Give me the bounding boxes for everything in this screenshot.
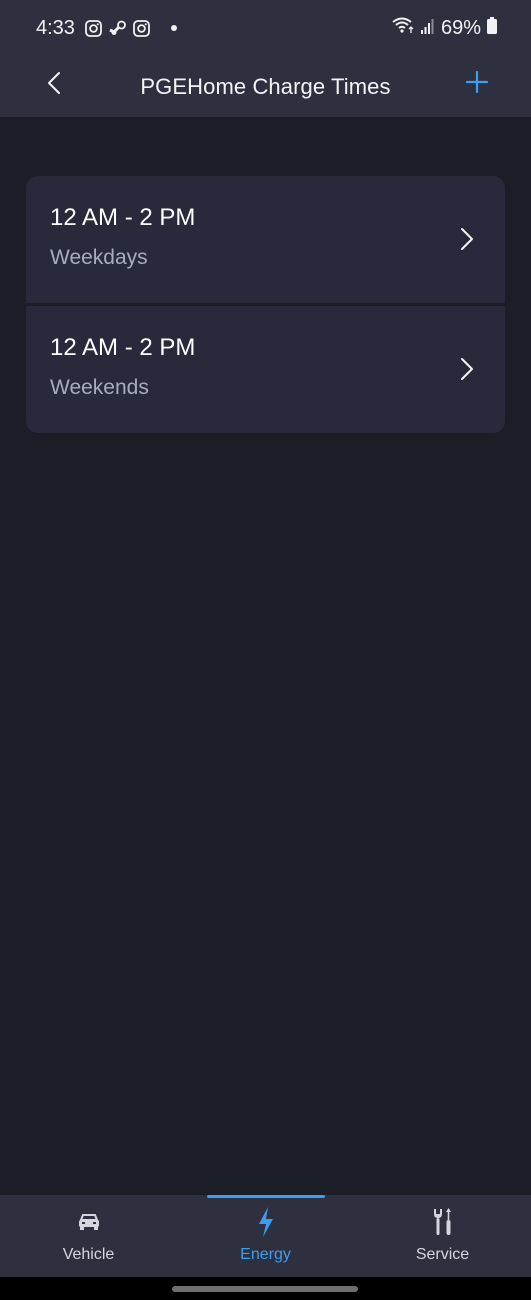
tools-icon bbox=[428, 1207, 458, 1237]
schedule-row-weekdays[interactable]: 12 AM - 2 PM Weekdays bbox=[26, 176, 505, 303]
notification-dot-icon bbox=[170, 25, 177, 31]
status-left: 4:33 bbox=[36, 17, 177, 40]
tab-label: Vehicle bbox=[62, 1246, 115, 1263]
status-right: 69% bbox=[391, 16, 497, 40]
battery-icon bbox=[487, 16, 497, 40]
tab-energy[interactable]: Energy bbox=[177, 1195, 354, 1277]
bottom-tab-bar: Vehicle Energy Service bbox=[0, 1195, 531, 1277]
schedule-days: Weekdays bbox=[50, 246, 148, 269]
tab-service[interactable]: Service bbox=[354, 1195, 531, 1277]
signal-icon bbox=[420, 17, 435, 40]
schedule-row-weekends[interactable]: 12 AM - 2 PM Weekends bbox=[26, 306, 505, 433]
instagram-icon bbox=[133, 19, 151, 37]
steam-icon bbox=[109, 19, 127, 37]
chevron-right-icon bbox=[461, 228, 473, 250]
plus-icon bbox=[466, 71, 488, 93]
status-time: 4:33 bbox=[36, 16, 75, 39]
back-button[interactable] bbox=[40, 69, 68, 97]
page-title: PGEHome Charge Times bbox=[140, 73, 391, 99]
battery-percent: 69% bbox=[440, 16, 481, 39]
charge-times-list: 12 AM - 2 PM Weekdays 12 AM - 2 PM Weeke… bbox=[26, 176, 505, 433]
instagram-icon bbox=[85, 19, 103, 37]
home-gesture-handle[interactable] bbox=[172, 1286, 358, 1292]
system-navigation-bar bbox=[0, 1277, 531, 1300]
schedule-time-range: 12 AM - 2 PM bbox=[50, 334, 196, 361]
wifi-icon bbox=[391, 16, 415, 40]
tab-vehicle[interactable]: Vehicle bbox=[0, 1195, 177, 1277]
schedule-time-range: 12 AM - 2 PM bbox=[50, 204, 196, 231]
add-schedule-button[interactable] bbox=[463, 68, 491, 96]
status-bar: 4:33 69% bbox=[0, 0, 531, 56]
lightning-icon bbox=[251, 1207, 281, 1237]
tab-label: Energy bbox=[240, 1246, 291, 1263]
chevron-right-icon bbox=[461, 358, 473, 380]
schedule-days: Weekends bbox=[50, 376, 149, 399]
chevron-left-icon bbox=[48, 72, 60, 94]
tab-label: Service bbox=[415, 1246, 470, 1263]
car-icon bbox=[74, 1207, 104, 1237]
app-header: PGEHome Charge Times bbox=[0, 56, 531, 117]
